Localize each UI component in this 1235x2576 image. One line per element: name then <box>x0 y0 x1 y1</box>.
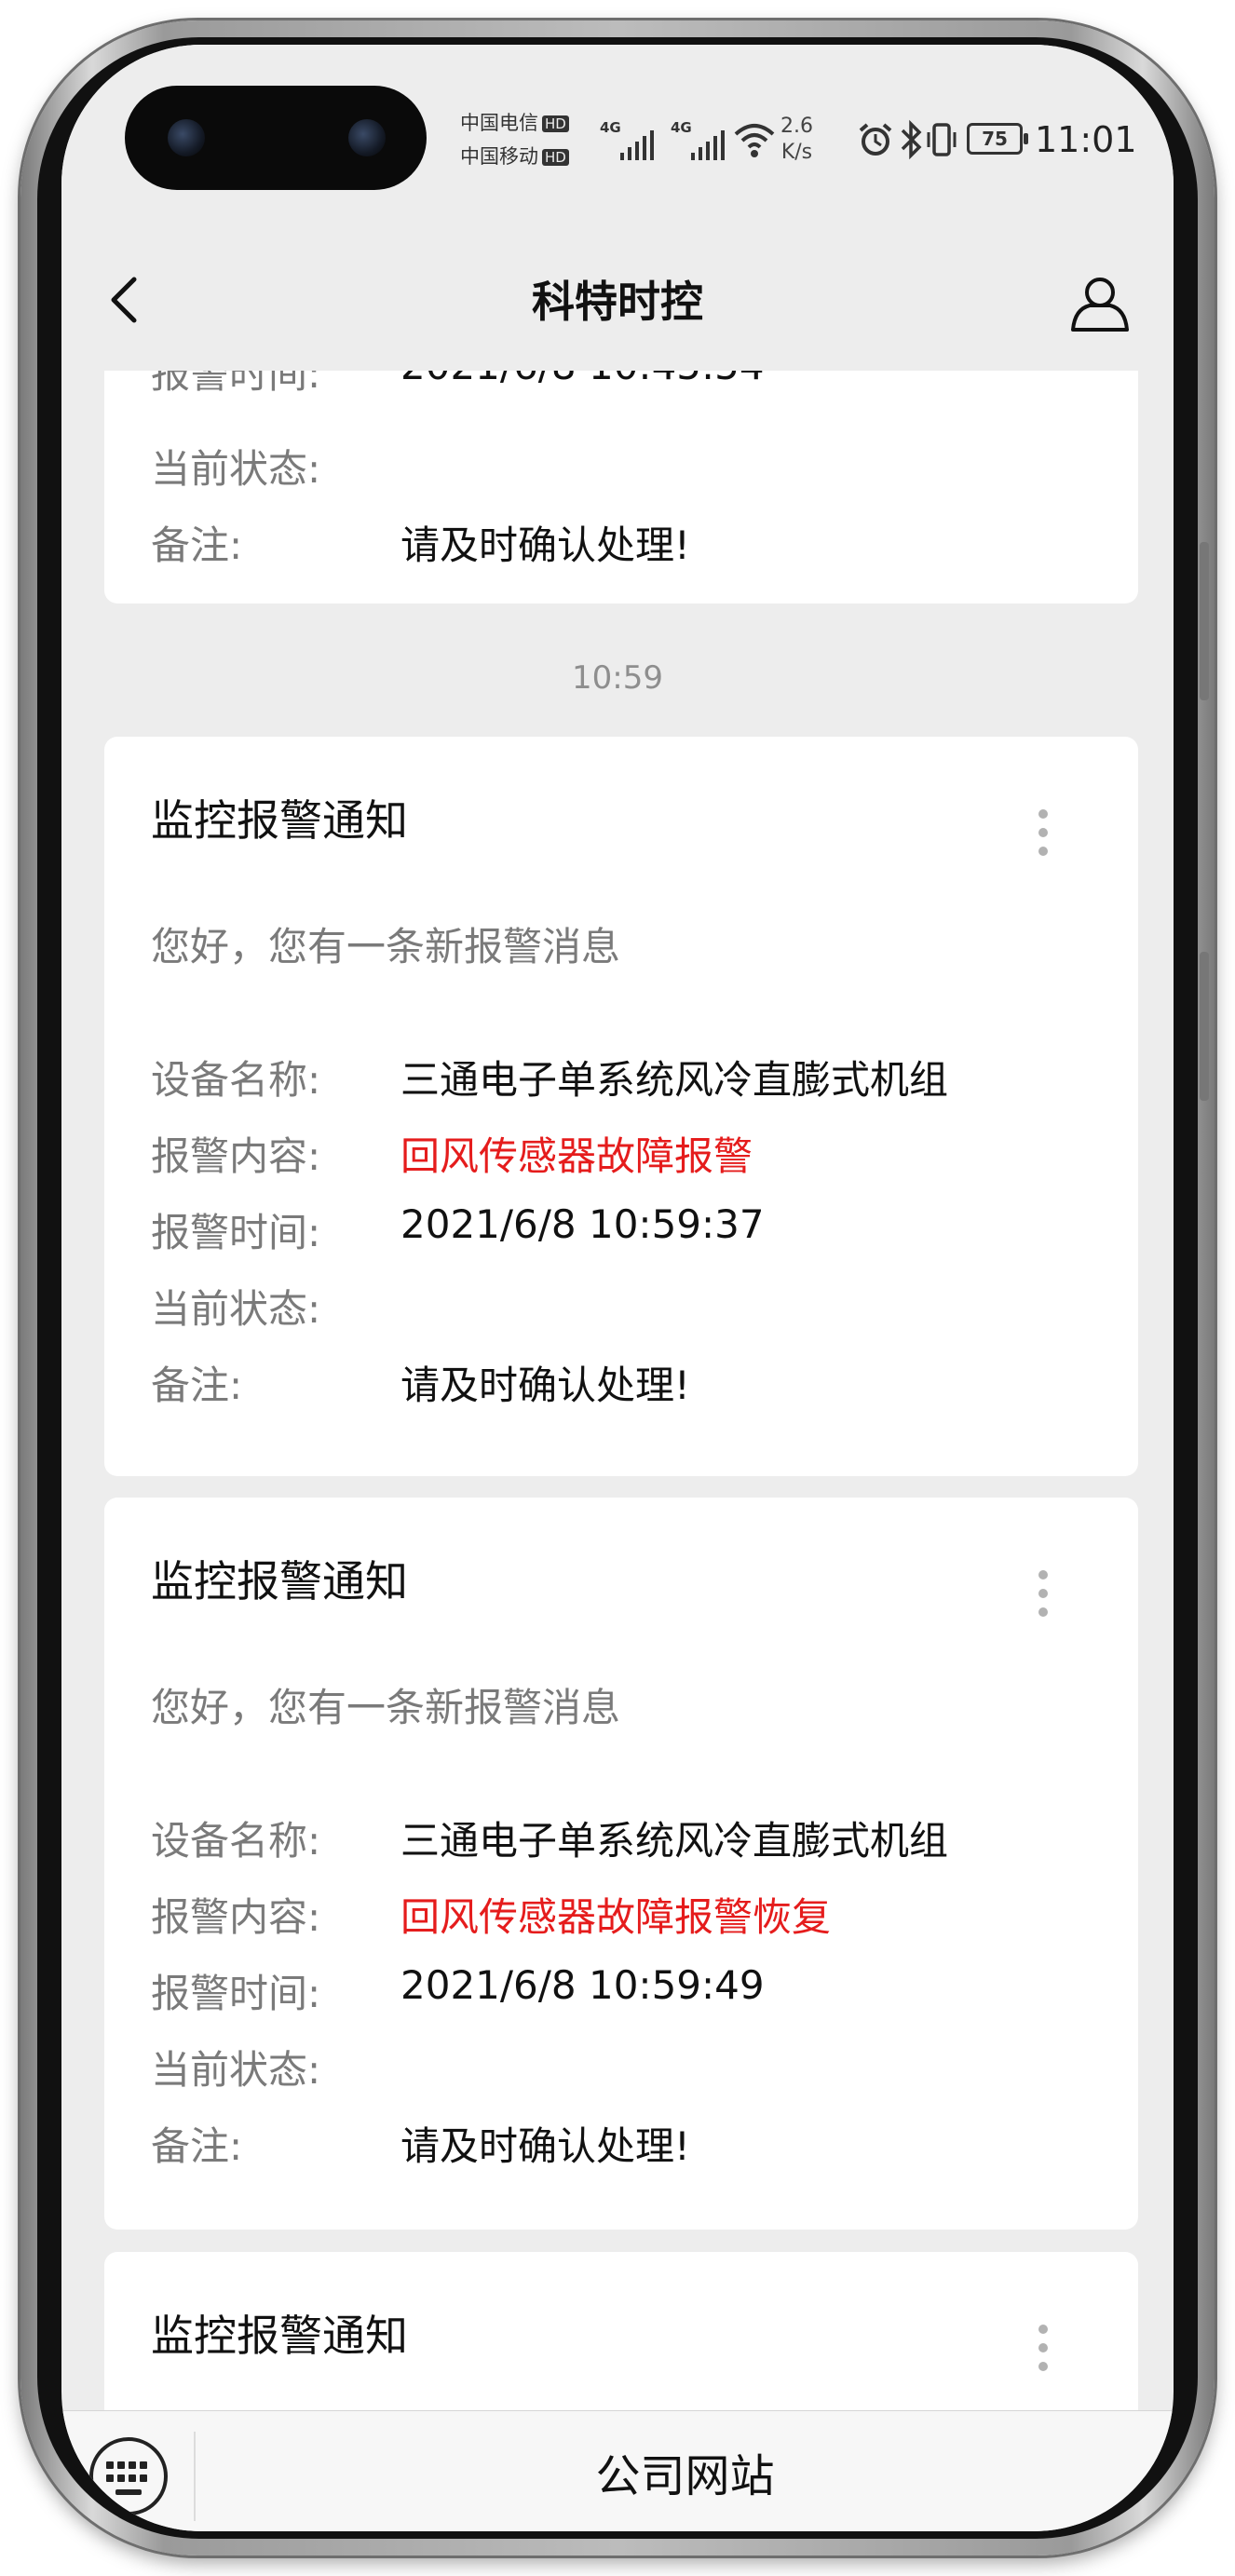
message-timestamp: 10:59 <box>572 659 663 697</box>
bluetooth-icon <box>901 119 922 160</box>
page-title: 科特时控 <box>532 277 703 327</box>
detail-row: 当前状态: <box>151 1278 1101 1343</box>
detail-label: 报警时间: <box>151 1210 321 1255</box>
detail-label: 当前状态: <box>151 2047 321 2093</box>
detail-label: 报警内容: <box>151 1894 321 1940</box>
detail-row: 当前状态: <box>151 438 1101 503</box>
carrier-1: 中国电信 HD <box>460 108 569 136</box>
signal-icon-2 <box>691 130 728 160</box>
alarm-time-value: 2021/6/8 10:59:37 <box>400 1201 765 1247</box>
volume-button <box>1200 542 1209 700</box>
vertical-dots-icon <box>1038 1570 1048 1579</box>
detail-row: 报警时间: 2021/6/8 10:59:49 <box>151 1962 1101 2027</box>
message-card-partial: 报警时间: 2021/6/8 10:45:54 当前状态: 备注: 请及时确认处… <box>104 371 1138 603</box>
vibrate-icon <box>927 123 957 156</box>
status-time: 11:01 <box>1035 119 1137 160</box>
detail-label: 备注: <box>151 2123 243 2169</box>
device-name-value: 三通电子单系统风冷直膨式机组 <box>400 1818 949 1864</box>
card-title: 监控报警通知 <box>151 795 408 846</box>
signal-icon-1 <box>620 130 658 160</box>
card-title: 监控报警通知 <box>151 1556 408 1607</box>
menu-item-company-website[interactable]: 公司网站 <box>197 2439 1174 2504</box>
detail-label: 设备名称: <box>151 1818 321 1864</box>
detail-label: 报警时间: <box>151 371 321 397</box>
keyboard-toggle-button[interactable] <box>89 2437 168 2515</box>
detail-row: 备注: 请及时确认处理! <box>151 514 1101 579</box>
detail-row: 备注: 请及时确认处理! <box>151 2115 1101 2180</box>
detail-label: 报警时间: <box>151 1971 321 2016</box>
wifi-icon <box>734 124 775 157</box>
status-bar: 中国电信 HD 中国移动 HD 4G 4G 2.6 K/s 75 11:01 <box>61 45 1174 231</box>
card-greeting: 您好，您有一条新报警消息 <box>151 924 621 969</box>
detail-value: 2021/6/8 10:45:54 <box>400 371 765 388</box>
detail-row: 报警内容: 回风传感器故障报警 <box>151 1125 1101 1190</box>
detail-row: 当前状态: <box>151 2039 1101 2104</box>
detail-value: 请及时确认处理! <box>400 522 690 568</box>
remark-value: 请及时确认处理! <box>400 2123 690 2169</box>
carrier-1-name: 中国电信 <box>460 112 538 134</box>
network-type-2: 4G <box>671 119 692 136</box>
card-title: 监控报警通知 <box>151 2311 408 2361</box>
message-card[interactable]: 监控报警通知 您好，您有一条新报警消息 设备名称: 三通电子单系统风冷直膨式机组… <box>104 737 1138 1476</box>
detail-row: 报警内容: 回风传感器故障报警恢复 <box>151 1886 1101 1951</box>
vertical-dots-icon <box>1038 809 1048 819</box>
detail-label: 当前状态: <box>151 446 321 492</box>
message-card[interactable]: 监控报警通知 您好，您有一条新报警消息 设备名称: 三通电子单系统风冷直膨式机组… <box>104 1498 1138 2230</box>
alarm-content-value: 回风传感器故障报警恢复 <box>400 1894 832 1940</box>
detail-row: 设备名称: 三通电子单系统风冷直膨式机组 <box>151 1810 1101 1875</box>
power-button <box>1200 952 1209 1101</box>
detail-label: 报警内容: <box>151 1133 321 1179</box>
front-camera <box>125 86 427 190</box>
message-card[interactable]: 监控报警通知 <box>104 2252 1138 2410</box>
hd-badge-1: HD <box>542 115 569 132</box>
person-icon <box>1071 278 1129 332</box>
detail-label: 当前状态: <box>151 1286 321 1332</box>
camera-lens-right <box>348 119 386 156</box>
alarm-time-value: 2021/6/8 10:59:49 <box>400 1962 765 2008</box>
alarm-icon <box>859 123 892 156</box>
more-options-button[interactable] <box>1032 809 1054 884</box>
carrier-2: 中国移动 HD <box>460 142 569 169</box>
detail-label: 备注: <box>151 1363 243 1408</box>
camera-lens-left <box>168 119 205 156</box>
net-speed-unit: K/s <box>780 141 813 164</box>
remark-value: 请及时确认处理! <box>400 1363 690 1408</box>
bottom-divider <box>194 2432 196 2521</box>
more-options-button[interactable] <box>1032 2325 1054 2399</box>
detail-row: 报警时间: 2021/6/8 10:45:54 <box>151 371 1101 408</box>
more-options-button[interactable] <box>1032 1570 1054 1645</box>
detail-row: 报警时间: 2021/6/8 10:59:37 <box>151 1201 1101 1267</box>
card-greeting: 您好，您有一条新报警消息 <box>151 1685 621 1730</box>
battery-icon: 75 <box>967 123 1028 155</box>
network-type-1: 4G <box>600 119 621 136</box>
vertical-dots-icon <box>1038 2325 1048 2334</box>
detail-row: 设备名称: 三通电子单系统风冷直膨式机组 <box>151 1049 1101 1114</box>
detail-row: 备注: 请及时确认处理! <box>151 1354 1101 1419</box>
bottom-menu-bar: 公司网站 <box>61 2410 1174 2531</box>
carrier-2-name: 中国移动 <box>460 145 538 168</box>
net-speed-value: 2.6 <box>780 115 813 138</box>
profile-button[interactable] <box>1067 270 1133 335</box>
net-speed: 2.6 K/s <box>780 114 813 166</box>
device-name-value: 三通电子单系统风冷直膨式机组 <box>400 1057 949 1103</box>
phone-screen: 中国电信 HD 中国移动 HD 4G 4G 2.6 K/s 75 11:01 科… <box>61 45 1174 2531</box>
detail-label: 设备名称: <box>151 1057 321 1103</box>
alarm-content-value: 回风传感器故障报警 <box>400 1133 753 1179</box>
nav-bar: 科特时控 <box>61 231 1174 371</box>
detail-label: 备注: <box>151 522 243 568</box>
hd-badge-2: HD <box>542 149 569 166</box>
message-list[interactable]: 报警时间: 2021/6/8 10:45:54 当前状态: 备注: 请及时确认处… <box>61 371 1174 2410</box>
